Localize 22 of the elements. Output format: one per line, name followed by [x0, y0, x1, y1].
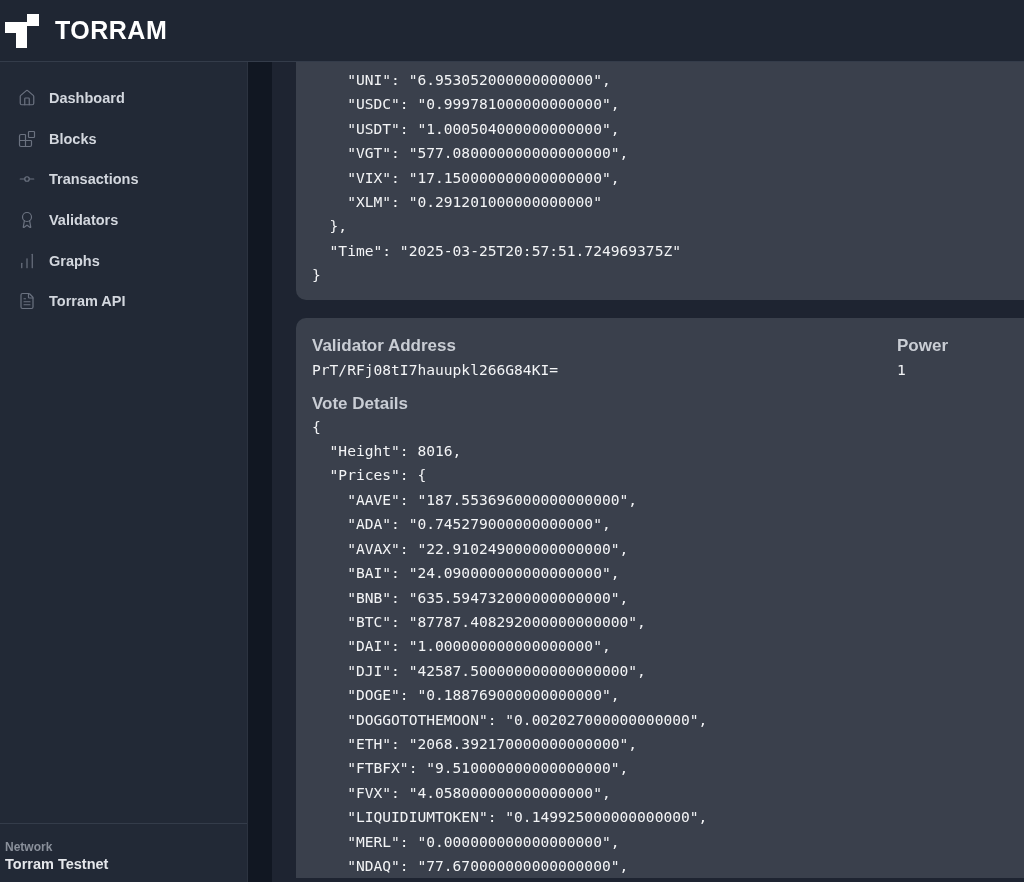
bar-chart-icon — [18, 251, 36, 270]
blocks-icon — [18, 129, 36, 148]
sidebar-item[interactable]: Blocks — [0, 118, 247, 160]
sidebar-item[interactable]: Validators — [0, 199, 247, 241]
sidebar-item[interactable]: Graphs — [0, 240, 247, 281]
house-icon — [18, 89, 36, 108]
commit-icon — [18, 175, 36, 184]
document-icon — [18, 292, 36, 311]
validator-address: PrT/RFj08tI7hauupkl266G84KI= — [312, 359, 559, 380]
sidebar-item[interactable]: Dashboard — [0, 78, 247, 119]
logo-icon — [5, 13, 39, 48]
vote-json: { "Height": 8016, "Prices": { "AAVE": "187.553696000000000000", "ADA": "0.745279000000000000", "AVAX": "22.910249000000000000", "BAI": "24.090000000000000000", "BNB": "635.594732000000000000", "BTC": "87787.408292000000000000", "DAI": "1.000000000000000000", "DJI": "42587.500000000000000000", "DOGE": "0.188769000000000000", "DOGGOTOTHEMOON": "0.002027000000000000", "ETH": "2068.392170000000000000", "FTBFX": "9.510000000000000000", "FVX": "4.058000000000000000", "LIQUIDIUMTOKEN": "0.149925000000000000", "MERL": "0.000000000000000000", "NDAQ": "77.670000000000000000", — [312, 416, 709, 876]
address-label: Validator Address — [312, 334, 457, 357]
network-label: Network — [5, 840, 54, 854]
power-label: Power — [897, 334, 950, 357]
power-value: 1 — [897, 359, 907, 380]
vote-json: "UNI": "6.953052000000000000", "USDC": "0.999781000000000000", "USDT": "1.000504000000000000", "VGT": "577.080000000000000000", "VIX": "17.150000000000000000", "XLM": "0.291201000000000000" }, "Time": "2025-03-25T20:57:51.724969375Z" } — [312, 70, 683, 286]
network-name: Torram Testnet — [5, 856, 110, 872]
vote-details-label: Vote Details — [312, 392, 410, 415]
sidebar-item[interactable]: Transactions — [0, 159, 247, 200]
sidebar-item[interactable]: Torram API — [0, 280, 247, 322]
brand-name: TORRAM — [55, 16, 168, 45]
